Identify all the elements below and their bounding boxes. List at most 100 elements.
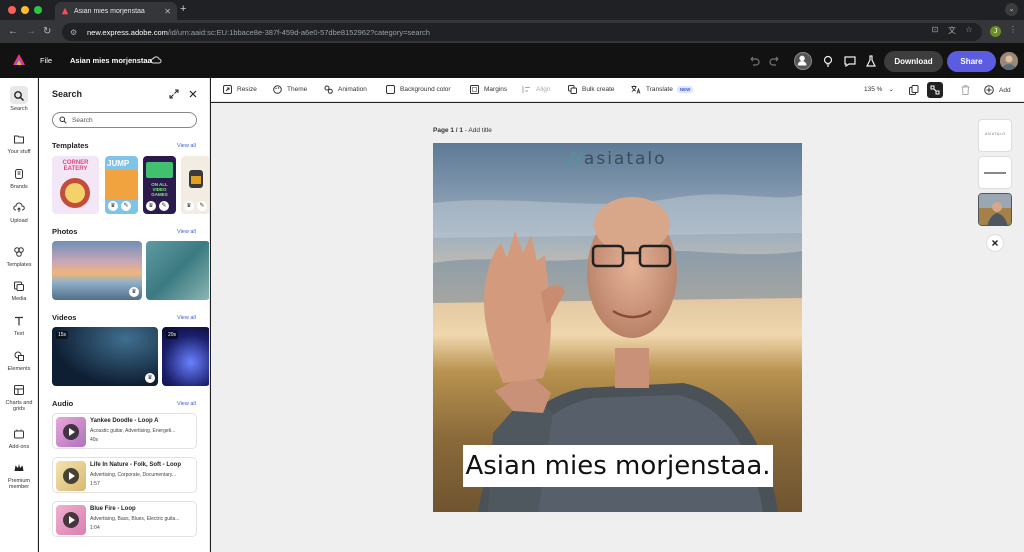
new-badge: NEW: [676, 86, 694, 93]
play-icon[interactable]: [63, 512, 79, 528]
reload-icon[interactable]: ↻: [43, 26, 51, 38]
photo-thumbnail[interactable]: [146, 241, 209, 300]
panel-search-input[interactable]: Search: [52, 112, 197, 128]
share-button[interactable]: Share: [947, 51, 996, 72]
rail-item-premium-member[interactable]: Premium member: [0, 462, 38, 490]
expand-panel-icon[interactable]: [169, 89, 179, 99]
video-thumbnail[interactable]: 15s ♛: [52, 327, 158, 386]
browser-profile-avatar[interactable]: J: [990, 26, 1001, 37]
margins-button[interactable]: Margins: [470, 85, 507, 94]
videos-view-all-link[interactable]: View all: [177, 315, 196, 321]
play-icon[interactable]: [63, 468, 79, 484]
editor-toolbar: Resize Theme Animation Background color …: [211, 78, 1024, 102]
artboard[interactable]: //asiatalo Asian mies morjenstaa.: [433, 143, 802, 512]
play-icon[interactable]: [63, 424, 79, 440]
caption-text-box[interactable]: Asian mies morjenstaa.: [463, 445, 773, 487]
install-app-icon[interactable]: ⊡: [930, 25, 940, 35]
audio-view-all-link[interactable]: View all: [177, 401, 196, 407]
video-thumbnail[interactable]: 20s: [162, 327, 209, 386]
brand-logo-text[interactable]: //asiatalo: [433, 149, 802, 169]
trash-icon: [961, 85, 970, 95]
tab-search-button[interactable]: ⌄: [1005, 3, 1018, 16]
theme-button[interactable]: Theme: [273, 85, 307, 94]
page-thumbnail-caption[interactable]: [978, 156, 1012, 189]
window-minimize-button[interactable]: [21, 6, 29, 14]
translate-button[interactable]: Translate NEW: [631, 85, 694, 94]
rail-item-search[interactable]: Search: [0, 86, 38, 112]
page-label[interactable]: Page 1 / 1 - Add title: [433, 127, 492, 134]
add-button[interactable]: Add: [984, 85, 1011, 95]
photos-view-all-link[interactable]: View all: [177, 229, 196, 235]
rail-item-brands[interactable]: Brands: [0, 168, 38, 190]
flask-icon[interactable]: [864, 54, 878, 68]
layers-button[interactable]: [909, 85, 924, 95]
window-close-button[interactable]: [8, 6, 16, 14]
close-tab-icon[interactable]: ✕: [164, 7, 171, 16]
new-tab-button[interactable]: +: [180, 3, 186, 15]
rail-item-charts-and-grids[interactable]: Charts and grids: [0, 384, 38, 412]
delete-button[interactable]: [961, 85, 975, 95]
add-label: Add: [999, 86, 1011, 94]
align-button[interactable]: Align: [522, 85, 550, 94]
background-color-button[interactable]: Background color: [386, 85, 451, 94]
template-thumbnail[interactable]: ON ALL VIDEO GAMES ♛ ✎: [143, 156, 176, 214]
rail-item-elements[interactable]: Elements: [0, 350, 38, 372]
adobe-express-logo-icon[interactable]: [12, 53, 26, 67]
comment-icon[interactable]: [843, 54, 857, 68]
browser-tab-title: Asian mies morjenstaa: [74, 7, 145, 15]
back-icon[interactable]: ←: [8, 26, 18, 38]
site-info-icon[interactable]: ⚙: [70, 28, 80, 37]
redo-icon[interactable]: [768, 54, 782, 68]
user-avatar[interactable]: [1000, 52, 1018, 70]
rail-label-line2: grids: [13, 406, 25, 412]
audio-title: Blue Fire - Loop: [90, 506, 136, 512]
template-thumbnail[interactable]: ♛ ✎: [181, 156, 209, 214]
collaborator-invite-icon[interactable]: [794, 52, 812, 70]
forward-icon[interactable]: →: [26, 26, 36, 38]
rail-label: Text: [13, 331, 25, 337]
audio-list-item[interactable]: Life In Nature - Folk, Soft - Loop Adver…: [52, 457, 197, 493]
undo-icon[interactable]: [747, 54, 761, 68]
layers-icon: [909, 85, 919, 95]
window-maximize-button[interactable]: [34, 6, 42, 14]
folder-icon: [14, 135, 24, 144]
translate-page-icon[interactable]: 文: [947, 25, 957, 35]
search-panel: Search Search Templates View all CORNER …: [39, 78, 210, 552]
rail-label: Upload: [10, 218, 28, 224]
app-header: File Asian mies morjenstaa Download Shar…: [0, 44, 1024, 78]
document-title[interactable]: Asian mies morjenstaa: [70, 56, 152, 65]
rail-label-line2: member: [8, 484, 30, 490]
bookmark-star-icon[interactable]: ☆: [964, 25, 974, 35]
animation-button[interactable]: Animation: [324, 85, 367, 94]
rail-label: Elements: [7, 366, 31, 372]
cloud-sync-icon[interactable]: [150, 55, 162, 65]
close-panel-icon[interactable]: [188, 89, 198, 99]
rail-item-your-stuff[interactable]: Your stuff: [0, 133, 38, 155]
photo-thumbnail[interactable]: ♛: [52, 241, 142, 300]
rail-item-upload[interactable]: Upload: [0, 202, 38, 224]
templates-view-all-link[interactable]: View all: [177, 143, 196, 149]
template-thumbnail[interactable]: CORNER EATERY: [52, 156, 99, 214]
page-thumbnail-brand[interactable]: ASIATALO: [978, 119, 1012, 152]
zoom-select[interactable]: 135 % ⌄: [864, 85, 894, 94]
browser-menu-icon[interactable]: ⋮: [1008, 25, 1018, 35]
download-button[interactable]: Download: [884, 51, 943, 72]
rail-item-text[interactable]: Text: [0, 315, 38, 337]
rail-item-add-ons[interactable]: Add-ons: [0, 428, 38, 450]
audio-list-item[interactable]: Blue Fire - Loop Advertising, Bass, Blue…: [52, 501, 197, 537]
template-thumbnail[interactable]: JUMP ♛ ✎: [105, 156, 138, 214]
url-host: new.express.adobe.com: [87, 27, 168, 37]
browser-tab[interactable]: Asian mies morjenstaa ✕: [55, 2, 177, 20]
audio-list-item[interactable]: Yankee Doodle - Loop A Acoustic guitar, …: [52, 413, 197, 449]
page-thumbnail-photo[interactable]: [978, 193, 1012, 226]
rail-item-templates[interactable]: Templates: [0, 246, 38, 268]
rail-item-media[interactable]: Media: [0, 280, 38, 302]
close-thumbnails-button[interactable]: [986, 234, 1004, 252]
add-title-link[interactable]: - Add title: [463, 127, 492, 134]
bulk-create-button[interactable]: Bulk create: [568, 85, 615, 94]
address-bar[interactable]: ⚙ new.express.adobe.com/id/urn:aaid:sc:E…: [62, 23, 982, 41]
file-menu[interactable]: File: [40, 56, 52, 65]
lightbulb-icon[interactable]: [821, 54, 835, 68]
smart-guides-toggle[interactable]: [927, 82, 948, 98]
resize-button[interactable]: Resize: [223, 85, 257, 94]
